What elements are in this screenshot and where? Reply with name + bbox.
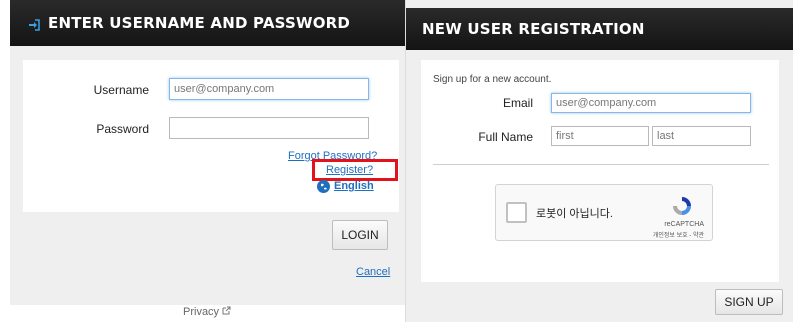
captcha-checkbox[interactable] [506,202,527,223]
captcha-brand: reCAPTCHA [664,221,704,228]
privacy-link[interactable]: Privacy [183,306,231,318]
sign-in-icon [28,17,40,31]
username-label: Username [93,83,149,97]
login-panel: ENTER USERNAME AND PASSWORD Username use… [10,0,405,318]
captcha-terms: 개인정보 보호 - 약관 [652,233,704,239]
fullname-label: Full Name [478,130,533,144]
login-title: ENTER USERNAME AND PASSWORD [48,14,351,32]
divider [433,164,769,165]
registration-title: NEW USER REGISTRATION [422,20,645,38]
email-label: Email [502,96,533,110]
captcha-text: 로봇이 아닙니다. [536,208,613,220]
registration-header: NEW USER REGISTRATION [406,8,793,50]
login-header: ENTER USERNAME AND PASSWORD [10,0,405,46]
external-link-icon [222,306,231,318]
last-name-input[interactable]: last [652,126,751,146]
password-label: Password [96,122,149,136]
first-name-input[interactable]: first [551,126,649,146]
email-input[interactable]: user@company.com [551,93,751,113]
registration-panel: NEW USER REGISTRATION Sign up for a new … [405,0,793,322]
register-link[interactable]: Register? [326,164,373,176]
login-button[interactable]: LOGIN [332,220,388,250]
registration-form: Sign up for a new account. Email user@co… [421,60,779,282]
registration-intro: Sign up for a new account. [433,74,552,85]
recaptcha-widget: 로봇이 아닙니다. reCAPTCHA 개인정보 보호 - 약관 [495,184,713,241]
password-input[interactable] [169,117,369,139]
cancel-link[interactable]: Cancel [356,266,390,278]
recaptcha-logo [670,194,694,223]
username-input[interactable]: user@company.com [169,78,369,100]
globe-icon [317,180,330,193]
login-form: Username user@company.com Password Forgo… [23,60,399,212]
language-link[interactable]: English [334,180,374,192]
signup-button[interactable]: SIGN UP [715,289,783,315]
privacy-label: Privacy [183,306,220,318]
